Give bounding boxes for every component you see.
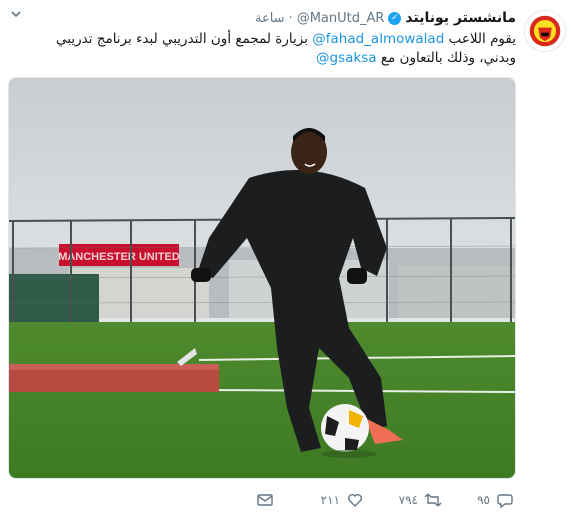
mention-link[interactable]: @gsaksa — [316, 50, 377, 66]
separator-dot: · — [288, 10, 293, 26]
like-count: ٢١١ — [320, 493, 340, 507]
stadium-sign: MANCHESTER UNITED — [58, 251, 180, 263]
tweet-card[interactable]: مانشستر يونايتد ✓ @ManUtd_AR · ساعة يقوم… — [0, 0, 572, 512]
timestamp[interactable]: ساعة — [255, 11, 285, 26]
tweet-text-part: يقوم اللاعب — [444, 31, 516, 47]
heart-icon — [346, 491, 364, 509]
avatar[interactable] — [524, 10, 566, 52]
tweet-photo[interactable]: MANCHESTER UNITED — [8, 77, 516, 479]
retweet-button[interactable]: ٧٩٤ — [399, 488, 442, 512]
envelope-icon — [256, 491, 274, 509]
like-button[interactable]: ٢١١ — [321, 488, 364, 512]
reply-icon — [496, 491, 514, 509]
retweet-count: ٧٩٤ — [398, 493, 418, 507]
user-handle[interactable]: @ManUtd_AR — [297, 11, 385, 26]
tweet-actions: ٩٥ ٧٩٤ ٢١١ — [0, 488, 572, 512]
club-crest-icon — [529, 15, 561, 47]
retweet-icon — [424, 491, 442, 509]
tweet-header: مانشستر يونايتد ✓ @ManUtd_AR · ساعة — [255, 8, 516, 28]
mention-link[interactable]: @fahad_almowalad — [312, 31, 444, 47]
verified-badge-icon: ✓ — [388, 11, 402, 25]
tweet-text: يقوم اللاعب @fahad_almowalad بزيارة لمجم… — [16, 30, 516, 68]
reply-button[interactable]: ٩٥ — [477, 488, 514, 512]
chevron-down-icon[interactable] — [8, 6, 24, 22]
reply-count: ٩٥ — [477, 493, 490, 507]
direct-message-button[interactable] — [256, 488, 274, 512]
display-name[interactable]: مانشستر يونايتد — [405, 10, 516, 26]
